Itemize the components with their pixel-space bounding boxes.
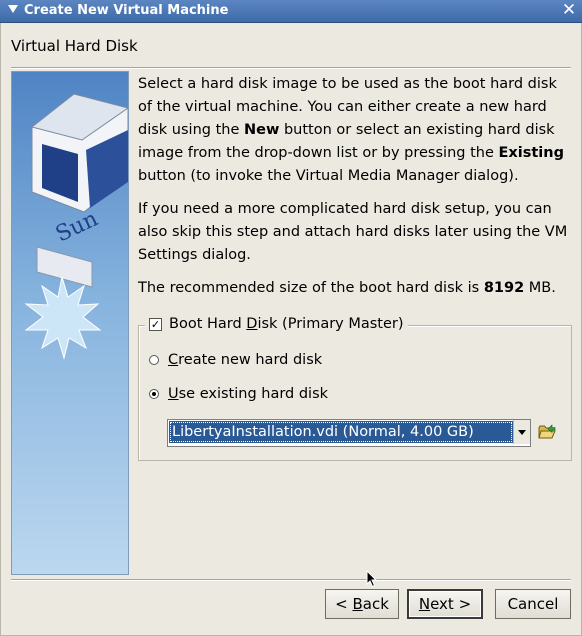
mouse-pointer-icon	[366, 570, 378, 588]
create-new-disk-label[interactable]: Create new hard disk	[168, 352, 322, 368]
label-segment: Boot Hard	[169, 316, 247, 332]
cancel-button[interactable]: Cancel	[495, 589, 571, 619]
description-paragraph-1: Select a hard disk image to be used as t…	[138, 73, 570, 188]
hard-disk-select[interactable]: LibertyaInstallation.vdi (Normal, 4.00 G…	[167, 419, 531, 447]
title-bar: Create New Virtual Machine ✕	[0, 0, 582, 23]
label-segment: se existing hard disk	[178, 386, 329, 402]
text-segment: MB.	[524, 280, 556, 296]
label-mnemonic: N	[418, 595, 431, 613]
open-folder-icon[interactable]	[537, 422, 557, 442]
use-existing-disk-label[interactable]: Use existing hard disk	[168, 386, 328, 402]
boot-hard-disk-group: ✓ Boot Hard Disk (Primary Master) Create…	[138, 316, 572, 461]
label-mnemonic: C	[168, 352, 179, 368]
triangle-icon[interactable]	[8, 5, 18, 13]
label-segment: reate new hard disk	[178, 352, 323, 368]
new-keyword: New	[243, 122, 280, 138]
recommended-size-value: 8192	[483, 280, 525, 296]
close-icon[interactable]: ✕	[560, 1, 578, 19]
next-button[interactable]: Next >	[407, 589, 483, 619]
label-segment: isk (Primary Master)	[257, 316, 404, 332]
footer-divider	[11, 579, 571, 581]
boot-hard-disk-label[interactable]: Boot Hard Disk (Primary Master)	[169, 316, 404, 332]
use-existing-disk-option[interactable]: Use existing hard disk	[149, 386, 328, 402]
label-segment: <	[335, 595, 353, 613]
window-title: Create New Virtual Machine	[24, 3, 229, 18]
recommended-size-text: The recommended size of the boot hard di…	[138, 277, 570, 300]
virtualbox-logo: Sun	[11, 71, 129, 575]
create-new-disk-option[interactable]: Create new hard disk	[149, 352, 322, 368]
boot-hard-disk-checkbox-row[interactable]: ✓ Boot Hard Disk (Primary Master)	[145, 316, 408, 332]
label-mnemonic: D	[246, 316, 258, 332]
header-divider	[11, 67, 571, 69]
label-segment: ack	[362, 595, 389, 613]
text-segment: button (to invoke the Virtual Media Mana…	[138, 168, 519, 184]
create-new-disk-radio[interactable]	[149, 355, 159, 365]
hard-disk-select-value[interactable]: LibertyaInstallation.vdi (Normal, 4.00 G…	[169, 421, 513, 443]
description-paragraph-2: If you need a more complicated hard disk…	[138, 201, 568, 263]
page-title: Virtual Hard Disk	[11, 37, 138, 55]
label-mnemonic: U	[168, 386, 179, 402]
label-mnemonic: B	[352, 595, 363, 613]
description-text: Select a hard disk image to be used as t…	[138, 73, 570, 310]
use-existing-disk-radio[interactable]	[149, 389, 159, 399]
label-segment: ext >	[430, 595, 472, 613]
wizard-dialog: Virtual Hard Disk Sun Select a hard disk…	[0, 23, 582, 636]
existing-keyword: Existing	[498, 145, 564, 161]
boot-hard-disk-checkbox[interactable]: ✓	[149, 317, 162, 331]
text-segment: The recommended size of the boot hard di…	[138, 280, 484, 296]
back-button[interactable]: < Back	[325, 589, 399, 619]
chevron-down-icon[interactable]	[513, 420, 530, 444]
